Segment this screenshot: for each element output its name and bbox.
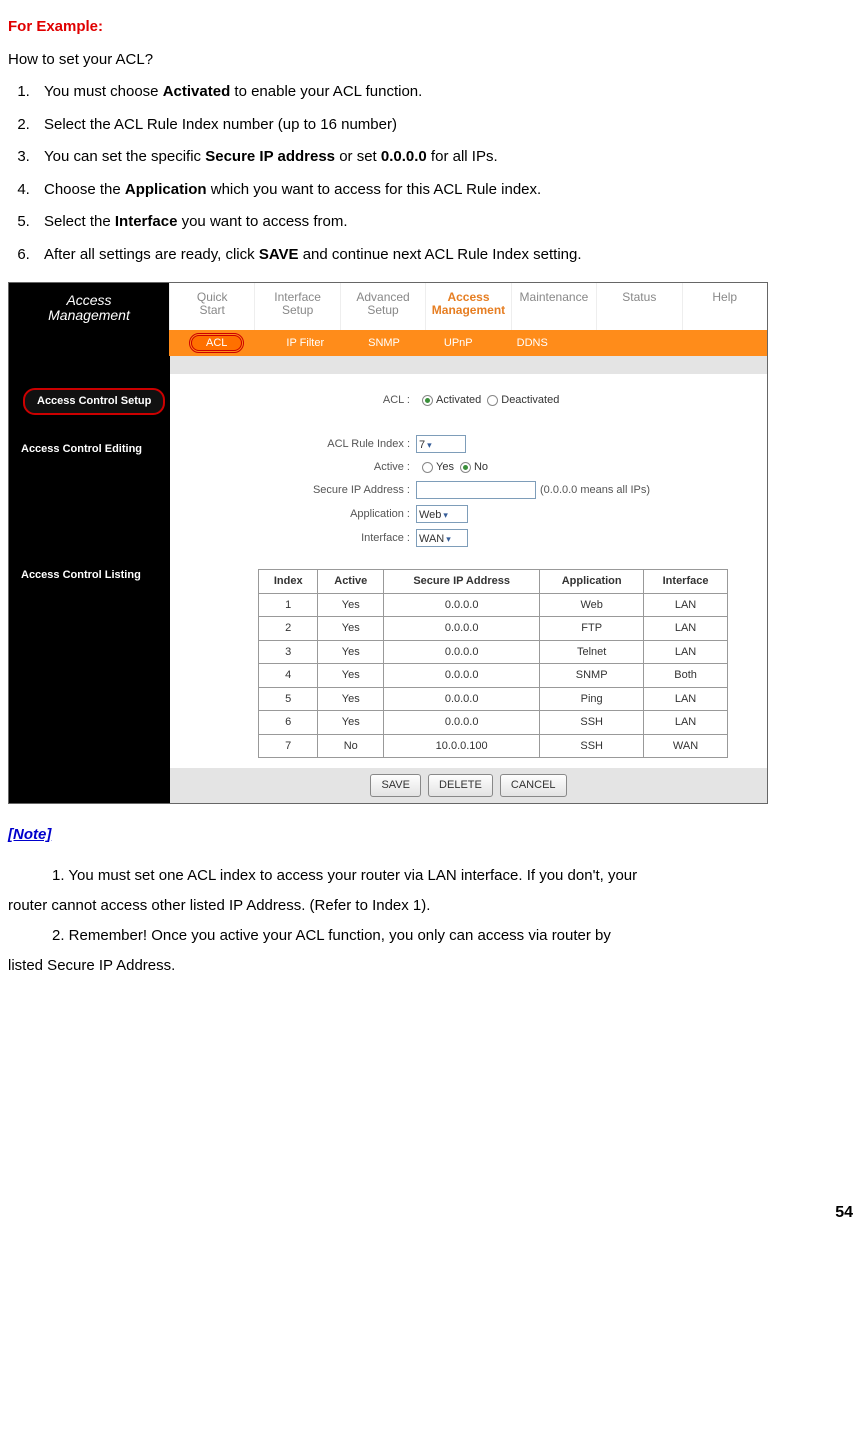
secure-ip-hint: (0.0.0.0 means all IPs) — [540, 482, 650, 499]
main-tab-access-management[interactable]: AccessManagement — [425, 283, 510, 330]
access-control-listing-label: Access Control Listing — [9, 563, 170, 596]
steps-list: You must choose Activated to enable your… — [8, 81, 857, 266]
application-label: Application : — [178, 506, 416, 523]
acl-deactivated-radio[interactable] — [487, 395, 498, 406]
sub-tab-ddns[interactable]: DDNS — [495, 330, 570, 357]
chevron-down-icon: ▾ — [441, 510, 448, 520]
for-example-heading: For Example: — [8, 18, 103, 35]
step-3: You can set the specific Secure IP addre… — [34, 146, 857, 169]
secure-ip-label: Secure IP Address : — [178, 482, 416, 499]
acl-listing-table: IndexActiveSecure IP AddressApplicationI… — [258, 569, 728, 758]
note-line-1a: 1. You must set one ACL index to access … — [8, 861, 857, 891]
acl-activated-radio[interactable] — [422, 395, 433, 406]
access-control-setup-chip: Access Control Setup — [23, 388, 165, 415]
delete-button[interactable]: DELETE — [428, 774, 493, 797]
note-line-2b: listed Secure IP Address. — [8, 951, 857, 981]
sub-tab-acl[interactable]: ACL — [169, 330, 264, 357]
note-line-2a: 2. Remember! Once you active your ACL fu… — [8, 921, 857, 951]
note-line-1b: router cannot access other listed IP Add… — [8, 891, 857, 921]
page-number: 54 — [8, 1201, 857, 1225]
brand-title: Access Management — [9, 283, 169, 330]
table-row: 1Yes0.0.0.0WebLAN — [259, 593, 728, 617]
active-yes-text: Yes — [436, 459, 454, 476]
main-tab-status[interactable]: Status — [596, 283, 681, 330]
step-2: Select the ACL Rule Index number (up to … — [34, 114, 857, 137]
table-row: 4Yes0.0.0.0SNMPBoth — [259, 664, 728, 688]
note-body: 1. You must set one ACL index to access … — [8, 861, 857, 981]
cancel-button[interactable]: CANCEL — [500, 774, 567, 797]
access-control-editing-label: Access Control Editing — [9, 425, 170, 470]
main-tab-maintenance[interactable]: Maintenance — [511, 283, 596, 330]
sub-tab-ip-filter[interactable]: IP Filter — [264, 330, 346, 357]
col-application: Application — [540, 570, 644, 594]
acl-activated-text: Activated — [436, 392, 481, 409]
step-6: After all settings are ready, click SAVE… — [34, 244, 857, 267]
main-tab-quick-start[interactable]: QuickStart — [169, 283, 254, 330]
active-no-text: No — [474, 459, 488, 476]
chevron-down-icon: ▾ — [425, 440, 432, 450]
step-4: Choose the Application which you want to… — [34, 179, 857, 202]
how-to-question: How to set your ACL? — [8, 49, 857, 72]
table-row: 5Yes0.0.0.0PingLAN — [259, 687, 728, 711]
col-index: Index — [259, 570, 318, 594]
rule-index-select[interactable]: 7▾ — [416, 435, 466, 453]
main-tab-advanced-setup[interactable]: AdvancedSetup — [340, 283, 425, 330]
col-interface: Interface — [644, 570, 728, 594]
interface-select[interactable]: WAN▾ — [416, 529, 468, 547]
secure-ip-input[interactable] — [416, 481, 536, 499]
table-row: 6Yes0.0.0.0SSHLAN — [259, 711, 728, 735]
table-row: 7No10.0.0.100SSHWAN — [259, 734, 728, 758]
note-heading: [Note] — [8, 826, 51, 843]
router-screenshot: Access Management QuickStartInterfaceSet… — [8, 282, 768, 804]
active-label: Active : — [178, 459, 416, 476]
active-no-radio[interactable] — [460, 462, 471, 473]
col-secure-ip-address: Secure IP Address — [384, 570, 540, 594]
sub-tab-upnp[interactable]: UPnP — [422, 330, 495, 357]
acl-label: ACL : — [178, 392, 416, 409]
save-button[interactable]: SAVE — [370, 774, 421, 797]
step-5: Select the Interface you want to access … — [34, 211, 857, 234]
table-row: 3Yes0.0.0.0TelnetLAN — [259, 640, 728, 664]
col-active: Active — [318, 570, 384, 594]
sub-tab-snmp[interactable]: SNMP — [346, 330, 422, 357]
application-select[interactable]: Web▾ — [416, 505, 468, 523]
acl-deactivated-text: Deactivated — [501, 392, 559, 409]
main-tab-help[interactable]: Help — [682, 283, 767, 330]
table-row: 2Yes0.0.0.0FTPLAN — [259, 617, 728, 641]
active-yes-radio[interactable] — [422, 462, 433, 473]
main-tab-interface-setup[interactable]: InterfaceSetup — [254, 283, 339, 330]
step-1: You must choose Activated to enable your… — [34, 81, 857, 104]
chevron-down-icon: ▾ — [444, 534, 451, 544]
interface-label: Interface : — [178, 530, 416, 547]
rule-index-label: ACL Rule Index : — [178, 436, 416, 453]
